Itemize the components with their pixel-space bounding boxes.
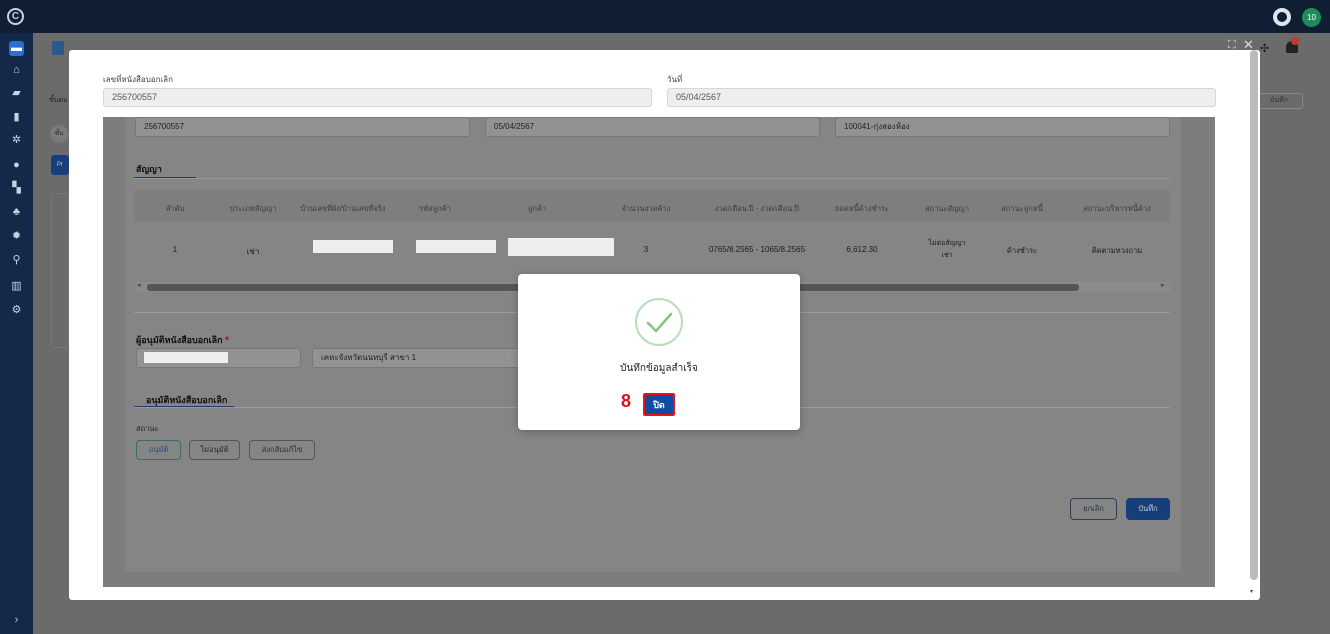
scroll-right-arrow[interactable]: ▸: [1161, 281, 1165, 289]
approver-label: ผู้อนุมัติหนังสือบอกเลิก *: [136, 335, 229, 345]
background-button: Pr: [51, 155, 69, 175]
inner-doc-no: 256700557: [135, 117, 470, 137]
background-chip: ขั้น: [50, 125, 68, 143]
inner-project: 100041-กุ่งสองห้อง: [835, 117, 1170, 137]
success-check-icon: [634, 297, 684, 347]
chart-icon[interactable]: ▥: [9, 279, 24, 294]
doc-no-label: เลขที่หนังสือบอกเลิก: [103, 75, 173, 84]
status-label: สถานะ: [136, 424, 159, 433]
cell-overdue: 3: [643, 245, 649, 254]
page-icon: [52, 41, 64, 55]
redacted-address: [313, 240, 393, 253]
success-dialog: บันทึกข้อมูลสำเร็จ 8 ปิด: [518, 274, 800, 430]
redacted-approver: [144, 352, 228, 363]
cogs-icon[interactable]: ⚙: [9, 303, 24, 318]
settings-icon[interactable]: ✲: [9, 133, 24, 148]
cell-debtor-status: ค้างชำระ: [1006, 246, 1038, 255]
expand-icon[interactable]: ›: [9, 613, 24, 628]
briefcase-icon[interactable]: ▬: [9, 41, 24, 56]
save-button[interactable]: บันทึก: [1126, 498, 1170, 520]
grid-icon[interactable]: ▚: [9, 181, 24, 196]
chat-icon[interactable]: [1273, 8, 1291, 26]
col-header: ลูกค้า: [527, 204, 547, 213]
date-label: วันที่: [667, 75, 683, 84]
cell-amount: 6,612.30: [846, 245, 878, 254]
col-header: รหัสลูกค้า: [419, 204, 451, 213]
background-tab: ขั้นตอ: [49, 97, 68, 104]
group-icon[interactable]: ♣: [9, 205, 24, 220]
scrollbar-thumb-vertical[interactable]: [1250, 50, 1258, 580]
col-header: งวด/เดือน.ปี - งวด/เดือน.ปี: [714, 204, 800, 213]
col-header: สถานะลูกหนี้: [1001, 204, 1043, 213]
col-header: สถานะบริหารหนี้ค้าง: [1083, 204, 1151, 213]
tab-contract[interactable]: สัญญา: [136, 162, 162, 176]
col-header: จำนวนงวดค้าง: [621, 204, 671, 213]
cell-management-status: ติดตามทวงถาม: [1091, 246, 1143, 255]
cancel-button[interactable]: ยกเลิก: [1070, 498, 1117, 520]
date-field[interactable]: 05/04/2567: [667, 88, 1216, 107]
gear-icon[interactable]: ✹: [9, 229, 24, 244]
col-header: ประเภทสัญญา: [229, 204, 277, 213]
document-icon[interactable]: ▮: [9, 110, 24, 125]
cell-contract-status-2: เช่า: [941, 252, 953, 259]
background-card: [51, 193, 69, 348]
layers-icon[interactable]: ▰: [9, 86, 24, 101]
cell-type: เช่า: [246, 247, 260, 256]
approver-branch-field: เคหะจังหวัดนนทบุรี สาขา 1: [312, 348, 522, 368]
search-icon[interactable]: ⚲: [9, 253, 24, 268]
approver-name-field[interactable]: [136, 348, 301, 368]
redacted-customer-name: [508, 238, 614, 256]
top-bar: C 10: [0, 0, 1330, 33]
cell-period: 0765/8.2565 - 1065/8.2565: [708, 245, 806, 254]
cell-contract-status: ไม่ต่อสัญญา: [928, 240, 966, 247]
home-icon[interactable]: ⌂: [9, 63, 24, 78]
notification-badge[interactable]: 10: [1302, 8, 1321, 27]
scroll-down-arrow[interactable]: ▾: [1250, 588, 1253, 595]
step-number: 8: [621, 391, 632, 411]
redacted-customer-id: [416, 240, 496, 253]
sidebar: ▬ ⌂ ▰ ▮ ✲ ● ▚ ♣ ✹ ⚲ ▥ ⚙ ›: [0, 33, 33, 634]
reject-button[interactable]: ไม่อนุมัติ: [189, 440, 240, 460]
col-header: บ้านเลขที่ผัง/บ้านเลขที่จริง: [300, 204, 386, 213]
scroll-left-arrow[interactable]: ◂: [137, 281, 141, 289]
approve-button[interactable]: อนุมัติ: [136, 440, 181, 460]
vertical-scrollbar[interactable]: ▾: [1250, 50, 1258, 600]
success-message: บันทึกข้อมูลสำเร็จ: [620, 363, 698, 374]
network-icon[interactable]: ✣: [1260, 42, 1269, 55]
col-header: ลำดับ: [165, 204, 185, 213]
doc-no-field[interactable]: 256700557: [103, 88, 652, 107]
return-button[interactable]: ส่งกลับแก้ไข: [249, 440, 315, 460]
col-header: ยอดหนี้ค้างชำระ: [834, 204, 890, 213]
inner-date: 05/04/2567: [485, 117, 820, 137]
tab-approve[interactable]: อนุมัติหนังสือบอกเลิก: [146, 393, 227, 407]
bell-icon[interactable]: [1286, 37, 1299, 53]
user-icon[interactable]: ●: [9, 158, 24, 173]
cell-index: 1: [172, 245, 178, 254]
col-header: สถานะสัญญา: [924, 204, 970, 213]
tab-divider: [134, 178, 1170, 179]
close-button[interactable]: ปิด: [643, 393, 675, 416]
background-save-button: บันทึก: [1255, 93, 1303, 109]
app-logo[interactable]: C: [7, 8, 24, 25]
